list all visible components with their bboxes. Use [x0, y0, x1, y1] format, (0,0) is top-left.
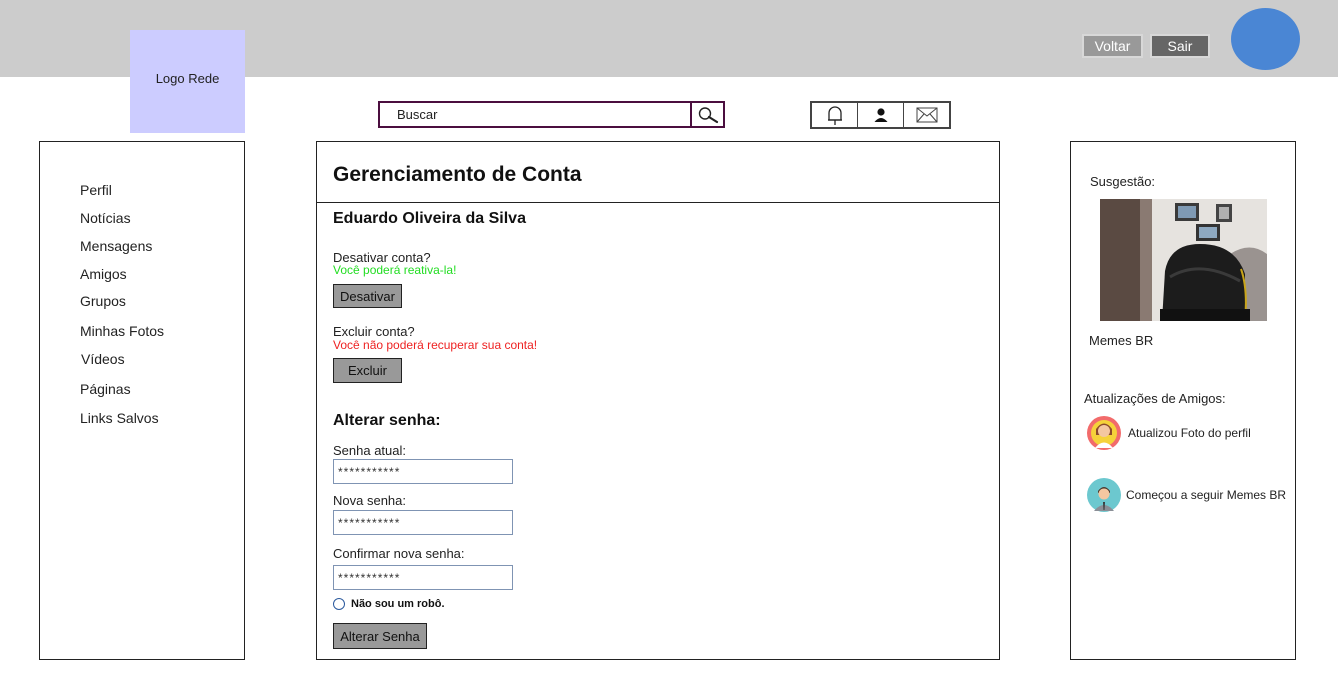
messages-button[interactable] [904, 103, 949, 127]
logo-text: Logo Rede [155, 71, 220, 86]
delete-question: Excluir conta? [333, 324, 415, 339]
confirm-password-label: Confirmar nova senha: [333, 546, 465, 561]
sidebar-item-mensagens[interactable]: Mensagens [80, 238, 152, 254]
notifications-button[interactable] [812, 103, 858, 127]
friend-updates-title: Atualizações de Amigos: [1084, 391, 1226, 406]
search-icon [698, 106, 718, 123]
captcha-checkbox[interactable]: Não sou um robô. [333, 598, 445, 610]
sidebar-item-minhas-fotos[interactable]: Minhas Fotos [80, 323, 164, 339]
suggestion-image [1100, 199, 1267, 321]
change-password-button[interactable]: Alterar Senha [333, 623, 427, 649]
delete-button[interactable]: Excluir [333, 358, 402, 383]
friends-button[interactable] [858, 103, 904, 127]
delete-hint: Você não poderá recuperar sua conta! [333, 338, 538, 352]
user-name: Eduardo Oliveira da Silva [333, 210, 526, 227]
current-password-field[interactable] [333, 459, 513, 484]
current-password-label: Senha atual: [333, 443, 407, 458]
friend-update-item[interactable]: Atualizou Foto do perfil [1086, 415, 1251, 451]
sidebar-item-grupos[interactable]: Grupos [80, 293, 126, 309]
sidebar: Perfil Notícias Mensagens Amigos Grupos … [39, 141, 245, 660]
friend-update-item[interactable]: Começou a seguir Memes BR [1086, 477, 1286, 513]
sidebar-item-links-salvos[interactable]: Links Salvos [80, 410, 159, 426]
sidebar-item-paginas[interactable]: Páginas [80, 381, 131, 397]
title-divider [317, 202, 999, 203]
change-password-title: Alterar senha: [333, 412, 441, 429]
deactivate-hint: Você poderá reativa-la! [333, 263, 457, 277]
captcha-label: Não sou um robô. [351, 598, 445, 610]
user-icon [874, 108, 887, 122]
right-sidebar: Susgestão: Memes BR Atualizações de Amig… [1070, 141, 1296, 660]
bell-icon [827, 106, 842, 125]
friend-avatar-icon [1087, 478, 1121, 512]
sidebar-item-perfil[interactable]: Perfil [80, 182, 112, 198]
friend-update-text: Começou a seguir Memes BR [1126, 488, 1287, 502]
search-input[interactable] [380, 103, 692, 126]
notification-bar [810, 101, 951, 129]
search-bar [378, 101, 725, 128]
sidebar-item-noticias[interactable]: Notícias [80, 210, 131, 226]
user-avatar[interactable] [1231, 8, 1300, 70]
suggestion-photo[interactable] [1100, 199, 1267, 321]
sidebar-item-videos[interactable]: Vídeos [81, 351, 125, 367]
captcha-radio[interactable] [333, 598, 345, 610]
logout-button[interactable]: Sair [1150, 34, 1210, 58]
logo[interactable]: Logo Rede [130, 30, 245, 133]
deactivate-button[interactable]: Desativar [333, 284, 402, 308]
page-title: Gerenciamento de Conta [333, 163, 582, 186]
suggestion-name[interactable]: Memes BR [1089, 333, 1153, 348]
mail-icon [916, 107, 937, 123]
new-password-label: Nova senha: [333, 493, 406, 508]
friend-update-text: Atualizou Foto do perfil [1128, 426, 1251, 440]
back-button[interactable]: Voltar [1082, 34, 1143, 58]
search-button[interactable] [690, 103, 723, 126]
new-password-field[interactable] [333, 510, 513, 535]
suggestion-title: Susgestão: [1090, 174, 1156, 189]
friend-avatar-icon [1087, 416, 1121, 450]
confirm-password-field[interactable] [333, 565, 513, 590]
account-management-panel: Gerenciamento de Conta Eduardo Oliveira … [316, 141, 1000, 660]
sidebar-item-amigos[interactable]: Amigos [80, 266, 127, 282]
